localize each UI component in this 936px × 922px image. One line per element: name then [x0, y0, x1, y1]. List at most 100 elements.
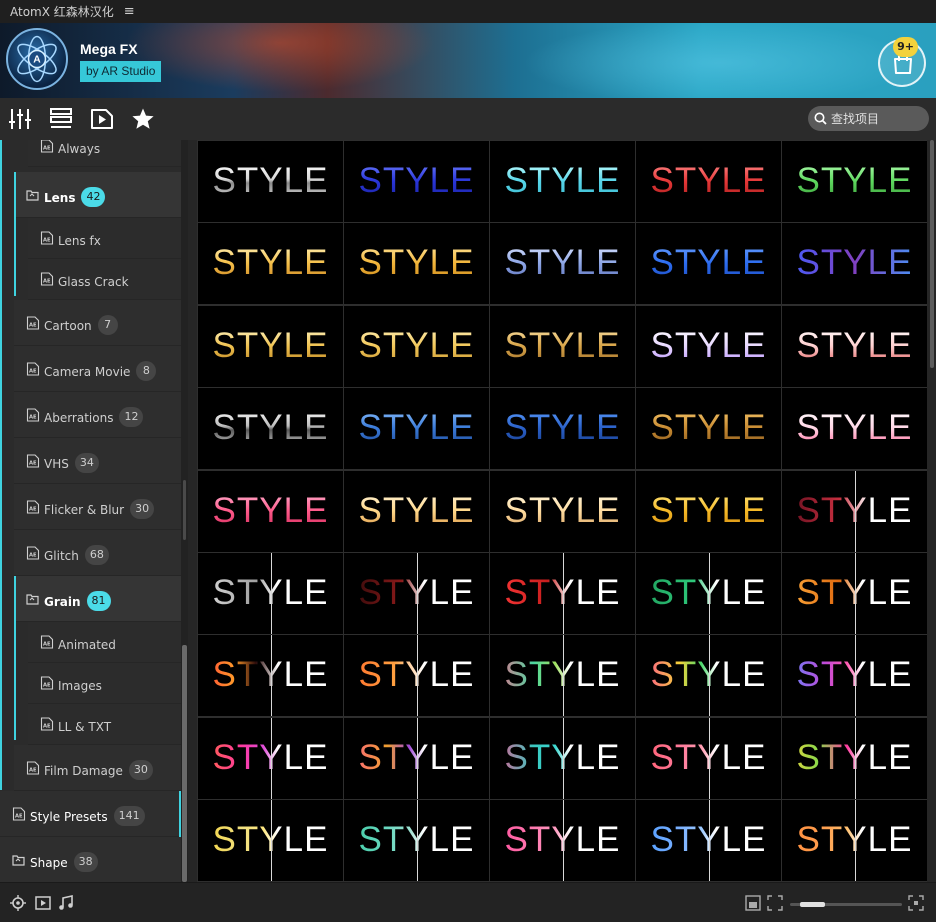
grid-scrollbar[interactable] — [928, 140, 936, 882]
video-play-icon[interactable] — [90, 107, 114, 131]
sidebar-item-grain[interactable]: Grain 81 — [14, 576, 181, 622]
sidebar-item-camera-movie[interactable]: AE Camera Movie 8 — [14, 346, 181, 392]
preset-thumbnail[interactable]: STYLE — [782, 800, 927, 882]
count-badge: 81 — [86, 590, 111, 611]
preset-thumbnail[interactable]: STYLE — [782, 388, 927, 470]
preset-thumbnail[interactable]: STYLE — [490, 635, 635, 717]
preset-thumbnail[interactable]: STYLE — [344, 388, 489, 470]
sidebar-top-label: Style Presets — [30, 809, 108, 824]
sidebar-item-glass-crack[interactable]: AE Glass Crack — [28, 259, 181, 300]
preset-thumbnail[interactable]: STYLE — [490, 717, 635, 799]
star-icon[interactable] — [131, 107, 155, 131]
preset-thumbnail[interactable]: STYLE — [198, 305, 343, 387]
preset-thumbnail[interactable]: STYLE — [344, 635, 489, 717]
fullscreen-icon[interactable] — [767, 895, 783, 911]
search-input[interactable] — [831, 111, 926, 126]
preset-thumbnail[interactable]: STYLE — [490, 470, 635, 552]
preset-thumbnail[interactable]: STYLE — [782, 635, 927, 717]
sidebar-item-label: Glitch — [44, 548, 79, 563]
search-box[interactable] — [808, 106, 929, 131]
sidebar-item-film-damage[interactable]: AE Film Damage 30 — [14, 745, 181, 791]
preset-thumbnail[interactable]: STYLE — [636, 800, 781, 882]
preset-thumbnail[interactable]: STYLE — [636, 717, 781, 799]
sidebar-item-always[interactable]: AE Always — [28, 140, 181, 167]
ae-file-icon: AE — [12, 806, 26, 821]
sidebar-item-glitch[interactable]: AE Glitch 68 — [14, 530, 181, 576]
grid-scroll-thumb[interactable] — [930, 140, 934, 368]
menu-icon[interactable]: ≡ — [124, 4, 135, 19]
preset-thumbnail[interactable]: STYLE — [344, 470, 489, 552]
sidebar-item-label: Animated — [58, 638, 116, 652]
preset-thumbnail[interactable]: STYLE — [490, 305, 635, 387]
preset-thumbnail[interactable]: STYLE — [636, 553, 781, 634]
preview-split-line — [271, 800, 272, 882]
preset-thumbnail[interactable]: STYLE — [198, 717, 343, 799]
sidebar-top-shape[interactable]: Shape 38 — [0, 837, 181, 882]
preset-thumbnail[interactable]: STYLE — [344, 141, 489, 222]
sidebar-item-images[interactable]: AE Images — [28, 663, 181, 704]
preset-thumbnail[interactable]: STYLE — [490, 388, 635, 470]
preset-thumbnail[interactable]: STYLE — [636, 635, 781, 717]
sidebar-item-cartoon[interactable]: AE Cartoon 7 — [14, 300, 181, 346]
sidebar-item-flicker-blur[interactable]: AE Flicker & Blur 30 — [14, 484, 181, 530]
sidebar-scrollbar[interactable] — [181, 140, 188, 882]
preset-thumbnail[interactable]: STYLE — [344, 800, 489, 882]
sidebar-item-animated[interactable]: AE Animated — [28, 622, 181, 663]
preset-thumbnail[interactable]: STYLE — [636, 388, 781, 470]
preset-thumbnail[interactable]: STYLE — [344, 717, 489, 799]
preview-icon[interactable] — [35, 895, 51, 911]
sliders-icon[interactable] — [8, 107, 32, 131]
preview-split-line — [855, 717, 856, 799]
zoom-slider[interactable] — [790, 902, 902, 907]
sidebar-item-aberrations[interactable]: AE Aberrations 12 — [14, 392, 181, 438]
preset-thumbnail[interactable]: STYLE — [490, 223, 635, 305]
preset-thumbnail[interactable]: STYLE — [198, 388, 343, 470]
preset-thumbnail[interactable]: STYLE — [636, 305, 781, 387]
preset-thumbnail[interactable]: STYLE — [490, 800, 635, 882]
preview-split-line — [563, 635, 564, 717]
preset-thumbnail[interactable]: STYLE — [198, 635, 343, 717]
preset-thumbnail[interactable]: STYLE — [782, 717, 927, 799]
sidebar-item-lens[interactable]: Lens 42 — [14, 172, 181, 218]
fit-icon[interactable] — [745, 895, 761, 911]
svg-text:AE: AE — [43, 279, 51, 285]
expand-icon[interactable] — [908, 895, 924, 911]
preset-thumbnail[interactable]: STYLE — [344, 305, 489, 387]
preset-thumbnail[interactable]: STYLE — [782, 553, 927, 634]
sidebar-item-ll-txt[interactable]: AE LL & TXT — [28, 704, 181, 745]
preset-thumbnail[interactable]: STYLE — [344, 223, 489, 305]
preset-thumbnail[interactable]: STYLE — [782, 470, 927, 552]
preset-preview-text: STYLE — [344, 408, 489, 448]
preset-thumbnail[interactable]: STYLE — [636, 470, 781, 552]
header-banner: A Mega FX by AR Studio 9+ — [0, 23, 936, 98]
sidebar-item-label: Always — [58, 142, 101, 156]
sidebar-item-lens-fx[interactable]: AE Lens fx — [28, 218, 181, 259]
group-accent-line — [14, 576, 16, 740]
music-icon[interactable] — [58, 895, 74, 911]
target-icon[interactable] — [10, 895, 26, 911]
preset-preview-text: STYLE — [198, 161, 343, 201]
preset-thumbnail[interactable]: STYLE — [198, 553, 343, 634]
preset-thumbnail[interactable]: STYLE — [490, 141, 635, 222]
sidebar-top-style-presets[interactable]: AE Style Presets 141 — [0, 791, 181, 837]
preset-thumbnail[interactable]: STYLE — [198, 141, 343, 222]
preset-thumbnail[interactable]: STYLE — [198, 223, 343, 305]
sidebar-scroll-thumb[interactable] — [182, 645, 187, 882]
ae-file-icon: AE — [40, 140, 54, 153]
list-icon[interactable] — [49, 107, 73, 131]
category-sidebar: AE Always Lens 42 AE Lens fx AE Glass Crack AE Ca… — [0, 140, 188, 882]
zoom-slider-handle[interactable] — [800, 902, 825, 907]
preview-split-line — [271, 635, 272, 717]
preset-thumbnail[interactable]: STYLE — [782, 141, 927, 222]
preset-thumbnail[interactable]: STYLE — [344, 553, 489, 634]
preset-thumbnail[interactable]: STYLE — [636, 223, 781, 305]
preset-thumbnail[interactable]: STYLE — [782, 305, 927, 387]
preset-thumbnail[interactable]: STYLE — [490, 553, 635, 634]
preset-thumbnail[interactable]: STYLE — [198, 800, 343, 882]
preset-thumbnail[interactable]: STYLE — [636, 141, 781, 222]
preset-thumbnail[interactable]: STYLE — [198, 470, 343, 552]
sidebar-item-vhs[interactable]: AE VHS 34 — [14, 438, 181, 484]
sidebar-item-label: Film Damage — [44, 763, 123, 778]
preset-thumbnail[interactable]: STYLE — [782, 223, 927, 305]
ae-file-icon: AE — [26, 407, 40, 422]
